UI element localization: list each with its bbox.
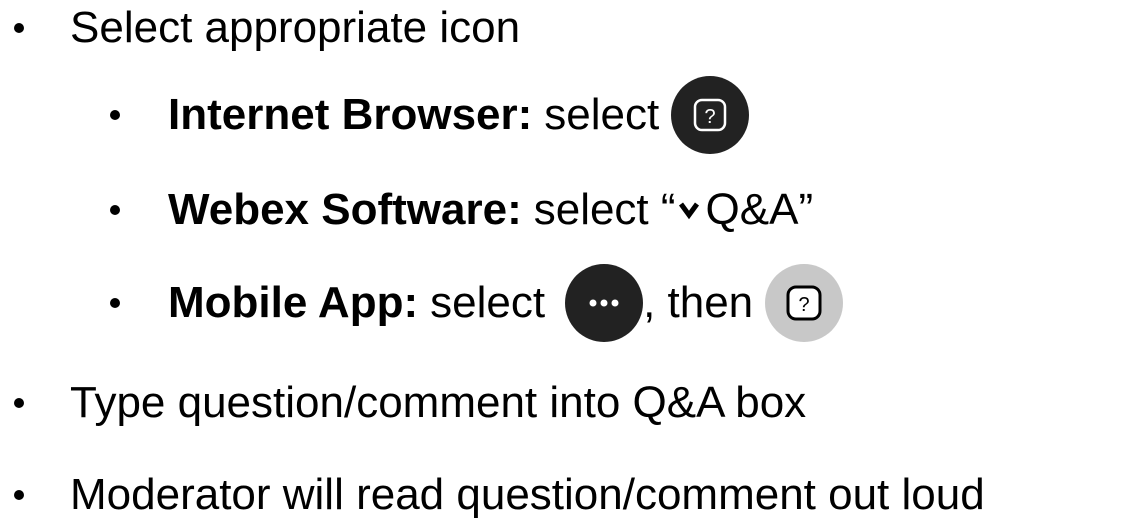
platform-label: Internet Browser: bbox=[168, 90, 533, 139]
svg-text:?: ? bbox=[799, 294, 810, 316]
sub-bullet-item: Internet Browser: select ? bbox=[168, 76, 750, 154]
question-icon: ? bbox=[765, 264, 844, 342]
svg-text:?: ? bbox=[705, 106, 716, 128]
bullet-item: Type question/comment into Q&A box bbox=[70, 379, 806, 427]
bullet-item: Select appropriate icon bbox=[70, 4, 520, 52]
sub-bullet-item: Mobile App: select , then ? bbox=[168, 264, 844, 342]
chevron-down-icon bbox=[678, 202, 699, 220]
bullet-dot bbox=[14, 490, 24, 500]
bullet-dot bbox=[14, 23, 24, 33]
bullet-dot bbox=[110, 205, 120, 215]
bullet-dot bbox=[14, 398, 24, 408]
instruction-text: select “ bbox=[533, 185, 676, 234]
instruction-text: select bbox=[430, 278, 546, 327]
instruction-text: , then bbox=[643, 278, 754, 327]
platform-label: Webex Software: bbox=[168, 185, 522, 234]
bullet-item: Moderator will read question/comment out… bbox=[70, 471, 985, 519]
instruction-text: Q&A” bbox=[705, 185, 814, 234]
bullet-text: Select appropriate icon bbox=[70, 3, 521, 52]
more-options-icon bbox=[565, 264, 644, 342]
bullet-dot bbox=[110, 298, 120, 308]
bullet-text: Moderator will read question/comment out… bbox=[70, 470, 985, 519]
platform-label: Mobile App: bbox=[168, 278, 419, 327]
question-icon: ? bbox=[671, 76, 750, 154]
instruction-text: select bbox=[544, 90, 660, 139]
bullet-text: Type question/comment into Q&A box bbox=[70, 378, 807, 427]
sub-bullet-item: Webex Software: select “ Q&A” bbox=[168, 186, 813, 234]
bullet-dot bbox=[110, 110, 120, 120]
